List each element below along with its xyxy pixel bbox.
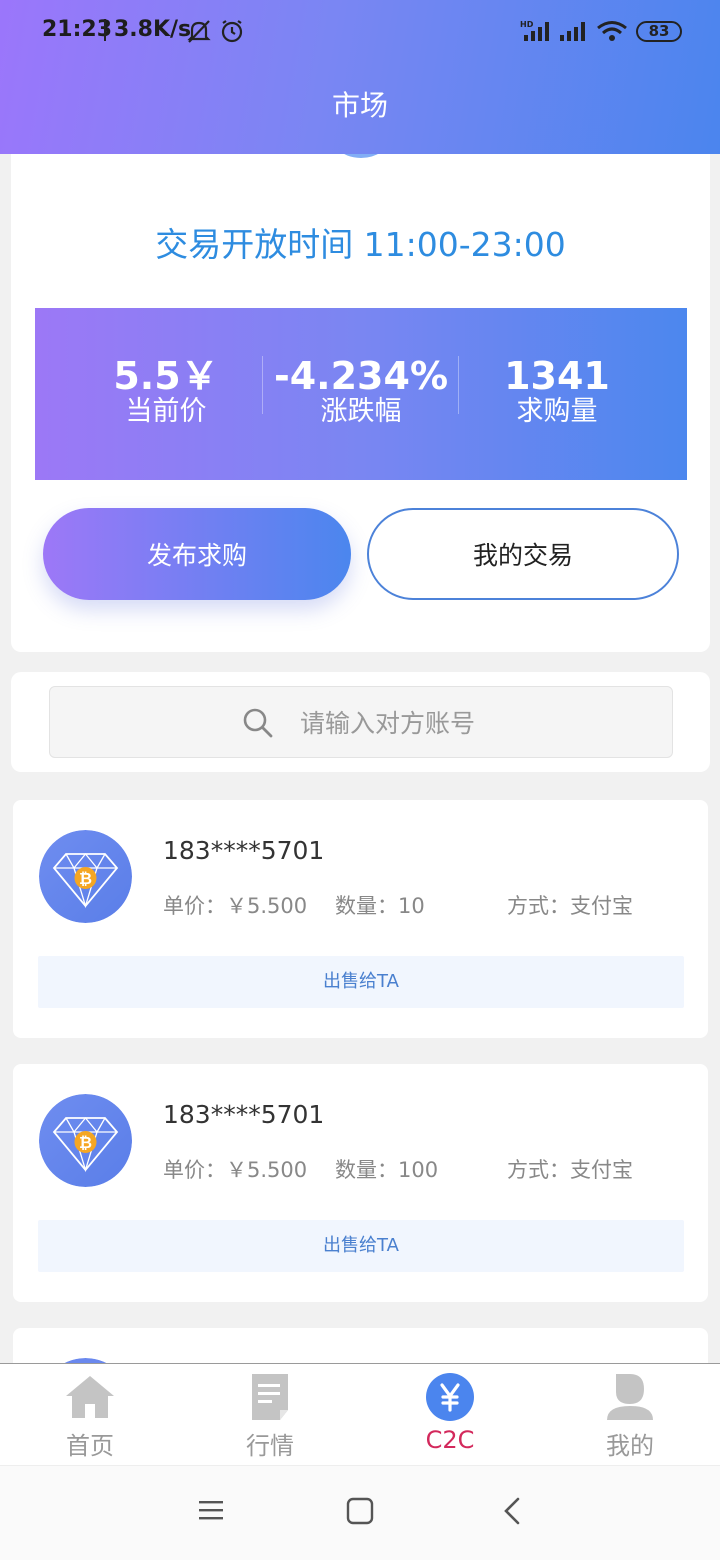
- document-icon: [252, 1374, 288, 1420]
- battery-icon: 83: [636, 21, 682, 42]
- user-account: 183****5701: [163, 836, 325, 865]
- status-divider: [104, 19, 106, 41]
- tab-label: 行情: [246, 1432, 294, 1460]
- stat-value: 5.5￥: [113, 354, 219, 398]
- tab-label: 首页: [66, 1432, 114, 1460]
- stat-value: 1341: [504, 354, 610, 398]
- stat-label: 当前价: [125, 396, 207, 427]
- app-header: 21:23 3.8K/s HD 83 市场: [0, 0, 720, 154]
- stat-change: -4.234% 涨跌幅: [263, 356, 459, 428]
- unit-price: 单价：￥5.500: [163, 1158, 308, 1182]
- stat-label: 求购量: [516, 396, 598, 427]
- publish-buy-request-button[interactable]: 发布求购: [43, 508, 351, 600]
- sell-to-user-button[interactable]: 出售给TA: [38, 1220, 684, 1272]
- market-stats: 5.5￥ 当前价 -4.234% 涨跌幅 1341 求购量: [35, 308, 687, 480]
- system-navigation-bar: [0, 1465, 720, 1560]
- tab-c2c[interactable]: C2C: [360, 1372, 540, 1454]
- stat-label: 涨跌幅: [320, 396, 402, 427]
- svg-text:HD: HD: [520, 20, 534, 29]
- unit-price: 单价：￥5.500: [163, 894, 308, 918]
- stat-demand: 1341 求购量: [459, 356, 655, 428]
- tab-label: C2C: [425, 1426, 475, 1454]
- back-icon[interactable]: [500, 1496, 524, 1526]
- wifi-icon: [597, 21, 627, 41]
- payment-method: 方式：支付宝: [507, 894, 633, 918]
- battery-level: 83: [648, 22, 670, 40]
- bitcoin-diamond-icon: ₿: [39, 1094, 132, 1187]
- stat-current-price: 5.5￥ 当前价: [68, 356, 264, 428]
- tab-label: 我的: [606, 1432, 654, 1460]
- home-square-icon[interactable]: [346, 1496, 374, 1526]
- listing-card: ₿ 183****5701 单价：￥5.500 数量：100 方式：支付宝 出售…: [13, 1064, 708, 1302]
- bitcoin-diamond-icon: ₿: [39, 830, 132, 923]
- trading-hours: 交易开放时间 11:00-23:00: [155, 225, 566, 264]
- search-icon: [243, 708, 273, 738]
- sell-to-user-button[interactable]: 出售给TA: [38, 956, 684, 1008]
- tab-profile[interactable]: 我的: [540, 1372, 720, 1461]
- alarm-icon: [221, 20, 243, 43]
- signal-icon: [560, 22, 585, 41]
- payment-method: 方式：支付宝: [507, 1158, 633, 1182]
- quantity: 数量：100: [335, 1158, 439, 1182]
- quantity: 数量：10: [335, 894, 425, 918]
- account-search-input[interactable]: [300, 705, 630, 741]
- status-time: 21:23: [42, 17, 113, 42]
- tab-home[interactable]: 首页: [0, 1372, 180, 1461]
- hd-signal-icon: HD: [520, 20, 549, 41]
- stat-value: -4.234%: [273, 354, 449, 398]
- person-icon: [607, 1374, 653, 1420]
- svg-text:₿: ₿: [79, 1133, 92, 1152]
- bell-off-icon: [187, 20, 211, 43]
- market-info-card: 交易开放时间 11:00-23:00 5.5￥ 当前价 -4.234% 涨跌幅 …: [11, 130, 710, 652]
- menu-icon[interactable]: [198, 1496, 224, 1526]
- svg-text:₿: ₿: [79, 869, 92, 888]
- my-trades-button[interactable]: 我的交易: [367, 508, 679, 600]
- tab-market[interactable]: 行情: [180, 1372, 360, 1461]
- search-box[interactable]: [49, 686, 673, 758]
- user-account: 183****5701: [163, 1100, 325, 1129]
- bottom-tab-bar: 首页 行情 C2C 我的: [0, 1363, 720, 1465]
- yuan-icon: [426, 1373, 474, 1421]
- network-speed: 3.8K/s: [114, 17, 192, 42]
- status-bar: 21:23 3.8K/s HD 83: [0, 0, 720, 62]
- page-title: 市场: [331, 89, 388, 122]
- listing-card: ₿ 183****5701 单价：￥5.500 数量：10 方式：支付宝 出售给…: [13, 800, 708, 1038]
- search-card: [11, 672, 710, 772]
- home-icon: [66, 1376, 114, 1418]
